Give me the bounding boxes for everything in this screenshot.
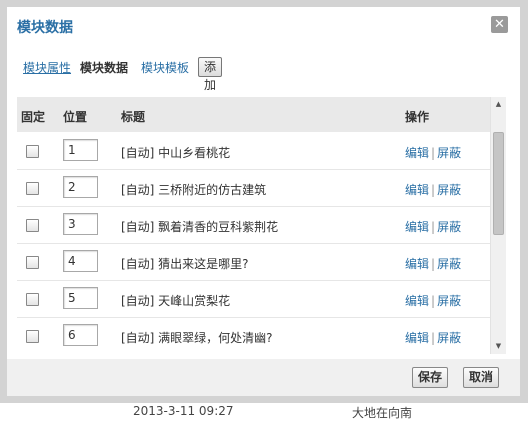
position-input[interactable]: 3 [63,213,98,235]
scroll-down-arrow-icon[interactable]: ▼ [491,339,506,354]
fixed-checkbox[interactable] [26,330,39,343]
header-position: 位置 [63,110,88,124]
position-input[interactable]: 2 [63,176,98,198]
scroll-up-arrow-icon[interactable]: ▲ [491,97,506,112]
table-row: 2 [自动] 三桥附近的仿古建筑 编辑 | 屏蔽 [17,169,490,207]
row-actions: 编辑 | 屏蔽 [405,218,461,235]
table-row: 4 [自动] 猜出来这是哪里? 编辑 | 屏蔽 [17,243,490,281]
row-title: [自动] 天峰山赏梨花 [121,294,231,308]
fixed-checkbox[interactable] [26,182,39,195]
table-header: 固定 位置 标题 操作 [17,97,490,132]
block-link[interactable]: 屏蔽 [437,146,461,160]
position-input[interactable]: 6 [63,324,98,346]
row-actions: 编辑 | 屏蔽 [405,329,461,346]
action-separator: | [431,294,436,308]
action-separator: | [431,220,436,234]
table-row: 6 [自动] 满眼翠绿，何处清幽? 编辑 | 屏蔽 [17,317,490,354]
position-input[interactable]: 4 [63,250,98,272]
background-text: 大地在向南 [352,406,413,420]
dialog-footer: 保存 取消 [7,359,520,396]
tab-module-template[interactable]: 模块模板 [141,59,189,76]
row-title: [自动] 满眼翠绿，何处清幽? [121,331,273,345]
edit-link[interactable]: 编辑 [405,183,429,197]
close-icon[interactable]: ✕ [491,16,508,33]
cancel-button[interactable]: 取消 [463,367,500,388]
tab-module-data[interactable]: 模块数据 [80,59,128,76]
table-row: 1 [自动] 中山乡看桃花 编辑 | 屏蔽 [17,132,490,170]
row-title: [自动] 中山乡看桃花 [121,146,231,160]
fixed-checkbox[interactable] [26,293,39,306]
background-date: 2013-3-11 09:27 [133,404,234,418]
action-separator: | [431,183,436,197]
header-fixed: 固定 [21,110,46,124]
block-link[interactable]: 屏蔽 [437,257,461,271]
block-link[interactable]: 屏蔽 [437,331,461,345]
header-title: 标题 [121,110,146,124]
row-actions: 编辑 | 屏蔽 [405,255,461,272]
row-title: [自动] 猜出来这是哪里? [121,257,249,271]
fixed-checkbox[interactable] [26,145,39,158]
dialog-title: 模块数据 [17,20,73,36]
action-separator: | [431,331,436,345]
save-button[interactable]: 保存 [412,367,449,388]
edit-link[interactable]: 编辑 [405,294,429,308]
table-row: 3 [自动] 飘着清香的豆科紫荆花 编辑 | 屏蔽 [17,206,490,244]
position-input[interactable]: 1 [63,139,98,161]
action-separator: | [431,257,436,271]
block-link[interactable]: 屏蔽 [437,183,461,197]
edit-link[interactable]: 编辑 [405,220,429,234]
edit-link[interactable]: 编辑 [405,146,429,160]
row-title: [自动] 飘着清香的豆科紫荆花 [121,220,279,234]
edit-link[interactable]: 编辑 [405,257,429,271]
fixed-checkbox[interactable] [26,219,39,232]
row-actions: 编辑 | 屏蔽 [405,144,461,161]
add-button[interactable]: 添加 [198,57,223,92]
edit-link[interactable]: 编辑 [405,331,429,345]
action-separator: | [431,146,436,160]
dialog-frame: 模块数据 ✕ 模块属性 模块数据 模块模板 添加 固定 位置 标题 操作 1 [… [0,0,528,403]
data-table: 固定 位置 标题 操作 1 [自动] 中山乡看桃花 编辑 | 屏蔽 2 [自动] 三… [17,97,490,354]
vertical-scrollbar[interactable]: ▲ ▼ [490,97,506,354]
fixed-checkbox[interactable] [26,256,39,269]
row-title: [自动] 三桥附近的仿古建筑 [121,183,267,197]
module-data-dialog: 模块数据 ✕ 模块属性 模块数据 模块模板 添加 固定 位置 标题 操作 1 [… [7,7,520,396]
header-action: 操作 [405,110,430,124]
row-actions: 编辑 | 屏蔽 [405,181,461,198]
block-link[interactable]: 屏蔽 [437,220,461,234]
row-actions: 编辑 | 屏蔽 [405,292,461,309]
table-row: 5 [自动] 天峰山赏梨花 编辑 | 屏蔽 [17,280,490,318]
tab-module-properties[interactable]: 模块属性 [23,59,71,76]
scrollbar-thumb[interactable] [493,132,504,235]
block-link[interactable]: 屏蔽 [437,294,461,308]
position-input[interactable]: 5 [63,287,98,309]
